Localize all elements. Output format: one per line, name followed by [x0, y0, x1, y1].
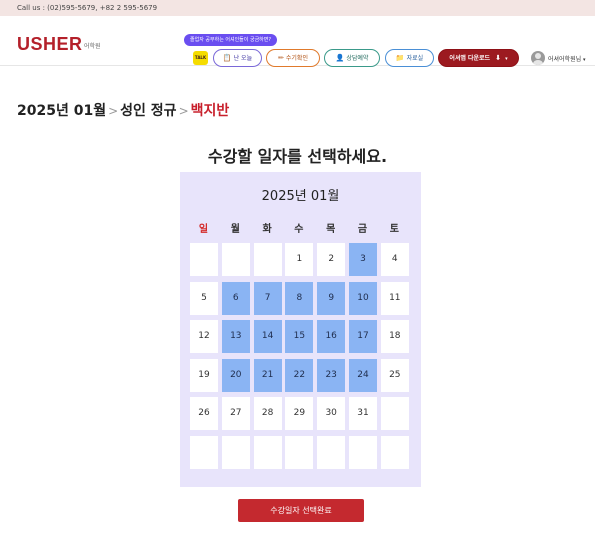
- user-avatar[interactable]: [531, 51, 545, 65]
- calendar-day-cell[interactable]: 3: [349, 243, 377, 276]
- calendar-day-cell: 18: [380, 320, 409, 353]
- calendar-month-label: 2025년 01월: [261, 189, 340, 204]
- nav-resources-label: 자료실: [406, 55, 424, 62]
- breadcrumb-current: 백지반: [190, 103, 230, 119]
- calendar-empty-cell: [349, 435, 377, 469]
- calendar-day-cell: 19: [190, 358, 218, 392]
- calendar-day-cell: 4: [380, 243, 409, 276]
- calendar-day-cell: 1: [285, 243, 314, 276]
- weekday-header: 목: [326, 224, 336, 235]
- calendar-day-cell: 30: [317, 397, 346, 430]
- calendar-day-cell[interactable]: 17: [349, 320, 377, 353]
- breadcrumb-month: 2025년 01월: [17, 103, 107, 119]
- calendar-day-cell[interactable]: 10: [349, 281, 377, 315]
- nav-review-button[interactable]: ✏ 수기확인: [266, 49, 320, 67]
- app-download-button[interactable]: 어셔앱 다운로드 ⬇ ▾: [438, 49, 519, 67]
- pencil-icon: ✏: [278, 54, 284, 62]
- calendar-empty-cell: [190, 243, 218, 276]
- calendar-day-cell: 26: [190, 397, 218, 430]
- calendar-day-cell: 31: [349, 397, 377, 430]
- calendar-day-cell[interactable]: 14: [253, 320, 282, 353]
- download-icon: ⬇: [495, 54, 502, 62]
- calendar-empty-cell: [253, 243, 282, 276]
- calendar-empty-cell: [221, 243, 250, 276]
- date-picker-calendar: 2025년 01월 일 월 화 수 목 금 토 1 2 3 4 5 6 7 8 9 10 11 12 13 14 15 16…: [180, 172, 421, 487]
- calendar-day-cell[interactable]: 23: [317, 358, 346, 392]
- calendar-empty-cell: [317, 435, 346, 469]
- nav-today-label: 난 오늘: [233, 55, 253, 62]
- calendar-day-cell[interactable]: 15: [285, 320, 314, 353]
- nav-consult-label: 상담예약: [346, 55, 369, 62]
- notepad-icon: 📋: [222, 54, 232, 62]
- app-download-label: 어셔앱 다운로드: [449, 55, 491, 62]
- promo-tooltip[interactable]: 졸업자 공부하는 어셔인들이 궁금하면?: [184, 34, 278, 46]
- calendar-empty-cell: [221, 435, 250, 469]
- weekday-header: 일: [198, 224, 209, 235]
- nav-consult-button[interactable]: 👤 상담예약: [324, 49, 380, 67]
- calendar-day-cell[interactable]: 21: [253, 358, 282, 392]
- kakao-talk-icon[interactable]: TALK: [193, 51, 208, 65]
- site-header: USHER 어학원 졸업자 공부하는 어셔인들이 궁금하면? TALK 📋 난 오…: [0, 16, 595, 67]
- logo[interactable]: USHER: [17, 34, 83, 55]
- calendar-day-cell: 12: [190, 320, 218, 353]
- breadcrumb-separator: >: [108, 104, 119, 118]
- confirm-dates-button[interactable]: 수강일자 선택완료: [238, 499, 364, 522]
- calendar-day-cell: 28: [253, 397, 282, 430]
- chevron-down-icon: ▾: [583, 57, 586, 63]
- page-title: 수강할 일자를 선택하세요.: [207, 147, 388, 166]
- calendar-day-cell[interactable]: 8: [285, 281, 314, 315]
- calendar-day-cell: 27: [221, 397, 250, 430]
- calendar-empty-cell: [253, 435, 282, 469]
- weekday-header: 화: [262, 224, 272, 235]
- calendar-day-cell[interactable]: 9: [317, 281, 346, 315]
- nav-resources-button[interactable]: 📁 자료실: [385, 49, 434, 67]
- calendar-day-cell[interactable]: 24: [349, 358, 377, 392]
- calendar-day-cell[interactable]: 20: [221, 358, 250, 392]
- weekday-header: 수: [294, 224, 304, 235]
- breadcrumb-course: 성인 정규: [120, 103, 177, 119]
- user-name: 어셔어학원님: [548, 56, 582, 63]
- calendar-day-cell[interactable]: 22: [285, 358, 314, 392]
- chevron-down-icon: ▾: [505, 56, 508, 62]
- calendar-day-cell: 2: [317, 243, 346, 276]
- calendar-empty-cell: [190, 435, 218, 469]
- calendar-day-cell[interactable]: 13: [221, 320, 250, 353]
- nav-today-button[interactable]: 📋 난 오늘: [213, 49, 262, 67]
- calendar-empty-cell: [380, 435, 409, 469]
- nav-review-label: 수기확인: [285, 55, 308, 62]
- breadcrumb-separator: >: [178, 104, 189, 118]
- user-menu[interactable]: 어셔어학원님 ▾: [548, 54, 586, 63]
- calendar-day-cell: 29: [285, 397, 314, 430]
- logo-subtitle: 어학원: [84, 43, 101, 50]
- calendar-day-cell: 11: [380, 281, 409, 315]
- calendar-empty-cell: [285, 435, 314, 469]
- folder-icon: 📁: [395, 54, 405, 62]
- calendar-day-cell[interactable]: 16: [317, 320, 346, 353]
- calendar-day-cell: 5: [190, 281, 218, 315]
- weekday-header: 월: [230, 224, 240, 235]
- calendar-day-cell[interactable]: 6: [221, 281, 250, 315]
- calendar-day-cell: 25: [380, 358, 409, 392]
- calendar-empty-cell: [380, 397, 409, 430]
- calendar-day-cell[interactable]: 7: [253, 281, 282, 315]
- weekday-header: 토: [389, 224, 399, 235]
- contact-bar: Call us : (02)595-5679, +82 2 595-5679: [0, 0, 595, 16]
- person-icon: 👤: [335, 54, 345, 62]
- weekday-header: 금: [357, 224, 368, 235]
- breadcrumb: 2025년 01월 > 성인 정규 > 백지반: [17, 100, 229, 120]
